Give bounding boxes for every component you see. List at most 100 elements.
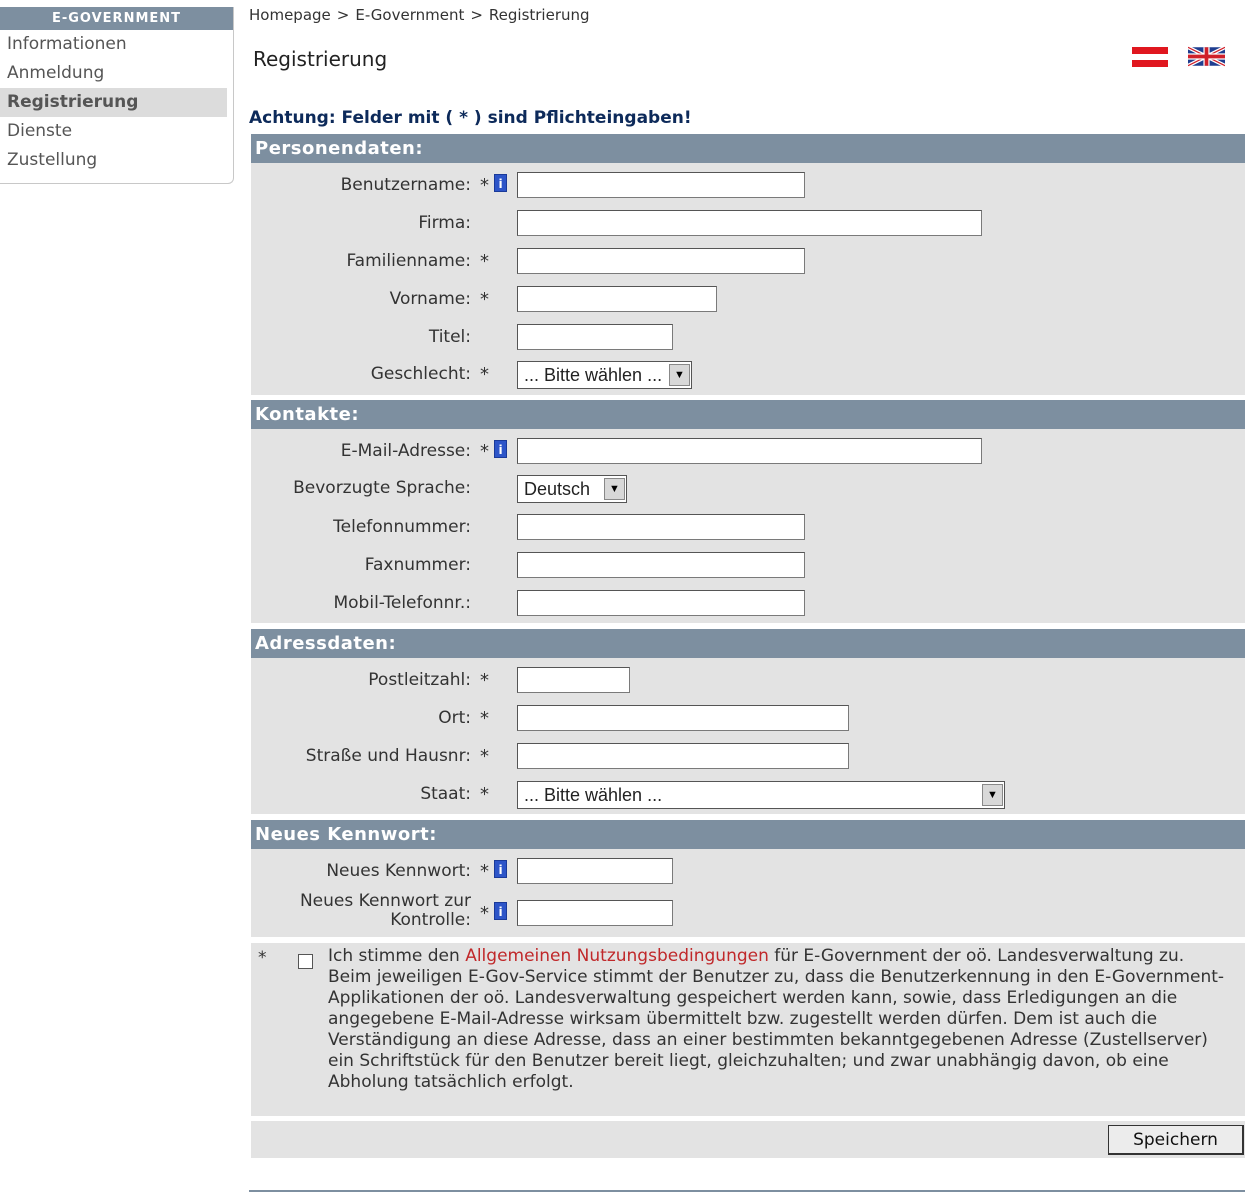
required-marker: * — [480, 441, 489, 462]
sidebar-header: E-GOVERNMENT — [0, 7, 233, 30]
section-title: Kontakte: — [251, 400, 1245, 429]
required-marker: * — [480, 784, 489, 805]
section-personendaten: Personendaten: Benutzername: * i Firma: … — [251, 134, 1245, 395]
field-label: Vorname: — [389, 289, 471, 309]
field-row-staat: Staat: * ... Bitte wählen ... ▼ — [251, 781, 1245, 811]
field-label: Titel: — [428, 327, 471, 347]
field-label: Staat: — [420, 784, 471, 804]
info-icon[interactable]: i — [494, 860, 507, 878]
terms-link[interactable]: Allgemeinen Nutzungsbedingungen — [465, 946, 769, 966]
field-label: Familienname: — [346, 251, 471, 271]
fax-input[interactable] — [517, 552, 805, 578]
field-row-vorname: Vorname: * — [251, 286, 1245, 316]
section-title: Personendaten: — [251, 134, 1245, 163]
breadcrumb-separator: > — [470, 6, 483, 24]
email-input[interactable] — [517, 438, 982, 464]
required-marker: * — [480, 670, 489, 691]
sidebar-item-anmeldung[interactable]: Anmeldung — [0, 59, 227, 88]
terms-text-before: Ich stimme den — [328, 946, 466, 966]
postal-code-input[interactable] — [517, 667, 630, 693]
field-row-titel: Titel: — [251, 324, 1245, 354]
dropdown-arrow-icon[interactable]: ▼ — [982, 784, 1003, 806]
field-label: Neues Kennwort zur Kontrolle: — [300, 892, 471, 930]
field-row-email: E-Mail-Adresse: * i — [251, 438, 1245, 468]
required-marker: * — [480, 746, 489, 767]
field-row-plz: Postleitzahl: * — [251, 667, 1245, 697]
uk-flag-icon[interactable] — [1188, 46, 1225, 67]
info-icon[interactable]: i — [494, 902, 507, 920]
field-label: Bevorzugte Sprache: — [293, 478, 471, 498]
required-marker: * — [480, 289, 489, 310]
field-row-benutzername: Benutzername: * i — [251, 172, 1245, 202]
save-button[interactable]: Speichern — [1108, 1125, 1244, 1155]
field-row-ort: Ort: * — [251, 705, 1245, 735]
terms-checkbox[interactable] — [298, 954, 313, 969]
field-row-mobil: Mobil-Telefonnr.: — [251, 590, 1245, 620]
street-input[interactable] — [517, 743, 849, 769]
field-label: Faxnummer: — [364, 555, 471, 575]
info-icon[interactable]: i — [494, 440, 507, 458]
required-marker: * — [258, 948, 267, 968]
info-icon[interactable]: i — [494, 174, 507, 192]
required-marker: * — [480, 861, 489, 882]
terms-text-after: für E-Government der oö. Landesverwaltun… — [768, 946, 1185, 966]
breadcrumb-homepage[interactable]: Homepage — [249, 6, 331, 24]
sidebar-item-dienste[interactable]: Dienste — [0, 117, 227, 146]
field-row-telefon: Telefonnummer: — [251, 514, 1245, 544]
breadcrumb-separator: > — [336, 6, 350, 24]
footer-divider — [249, 1190, 1245, 1192]
gender-select[interactable]: ... Bitte wählen ... ▼ — [517, 361, 692, 389]
field-label-line: Neues Kennwort zur — [299, 891, 471, 911]
sidebar-item-registrierung[interactable]: Registrierung — [0, 88, 227, 117]
language-select[interactable]: Deutsch ▼ — [517, 475, 627, 503]
first-name-input[interactable] — [517, 286, 717, 312]
section-title: Adressdaten: — [251, 629, 1245, 658]
dropdown-arrow-icon[interactable]: ▼ — [604, 478, 625, 500]
page-title: Registrierung — [253, 47, 388, 71]
field-label-line: Kontrolle: — [390, 910, 471, 930]
select-value: Deutsch — [524, 479, 591, 499]
dropdown-arrow-icon[interactable]: ▼ — [669, 364, 690, 386]
select-value: ... Bitte wählen ... — [524, 365, 663, 385]
select-value: ... Bitte wählen ... — [524, 785, 663, 805]
mobile-input[interactable] — [517, 590, 805, 616]
field-row-firma: Firma: — [251, 210, 1245, 240]
sidebar-nav: E-GOVERNMENT Informationen Anmeldung Reg… — [0, 7, 234, 184]
phone-input[interactable] — [517, 514, 805, 540]
field-row-fax: Faxnummer: — [251, 552, 1245, 582]
terms-agreement: Ich stimme den Allgemeinen Nutzungsbedin… — [328, 946, 1233, 967]
field-row-kennwort-kontrolle: Neues Kennwort zur Kontrolle: * i — [251, 892, 1245, 930]
field-label: Straße und Hausnr: — [305, 746, 471, 766]
field-row-strasse: Straße und Hausnr: * — [251, 743, 1245, 773]
terms-section: * Ich stimme den Allgemeinen Nutzungsbed… — [251, 943, 1245, 1116]
field-label: Mobil-Telefonnr.: — [333, 593, 471, 613]
breadcrumb-current: Registrierung — [488, 6, 590, 24]
field-row-kennwort: Neues Kennwort: * i — [251, 858, 1245, 888]
sidebar-item-zustellung[interactable]: Zustellung — [0, 146, 227, 175]
field-label: Benutzername: — [340, 175, 471, 195]
field-label: Firma: — [418, 213, 471, 233]
terms-text: Ich stimme den Allgemeinen Nutzungsbedin… — [328, 946, 1233, 1093]
password-input[interactable] — [517, 858, 673, 884]
sidebar-item-informationen[interactable]: Informationen — [0, 30, 227, 59]
austria-flag-icon[interactable] — [1132, 47, 1168, 67]
country-select[interactable]: ... Bitte wählen ... ▼ — [517, 781, 1005, 809]
last-name-input[interactable] — [517, 248, 805, 274]
title-input[interactable] — [517, 324, 673, 350]
required-marker: * — [480, 251, 489, 272]
field-label: Geschlecht: — [370, 364, 471, 384]
required-marker: * — [480, 708, 489, 729]
field-label: Telefonnummer: — [333, 517, 471, 537]
company-input[interactable] — [517, 210, 982, 236]
section-title: Neues Kennwort: — [251, 820, 1245, 849]
field-row-sprache: Bevorzugte Sprache: Deutsch ▼ — [251, 475, 1245, 505]
section-kontakte: Kontakte: E-Mail-Adresse: * i Bevorzugte… — [251, 400, 1245, 623]
username-input[interactable] — [517, 172, 805, 198]
required-fields-hint: Achtung: Felder mit ( * ) sind Pflichtei… — [249, 108, 692, 128]
breadcrumb-e-government[interactable]: E-Government — [355, 6, 464, 24]
password-confirm-input[interactable] — [517, 900, 673, 926]
field-label: E-Mail-Adresse: — [340, 441, 471, 461]
city-input[interactable] — [517, 705, 849, 731]
section-kennwort: Neues Kennwort: Neues Kennwort: * i Neue… — [251, 820, 1245, 937]
field-label: Postleitzahl: — [368, 670, 471, 690]
